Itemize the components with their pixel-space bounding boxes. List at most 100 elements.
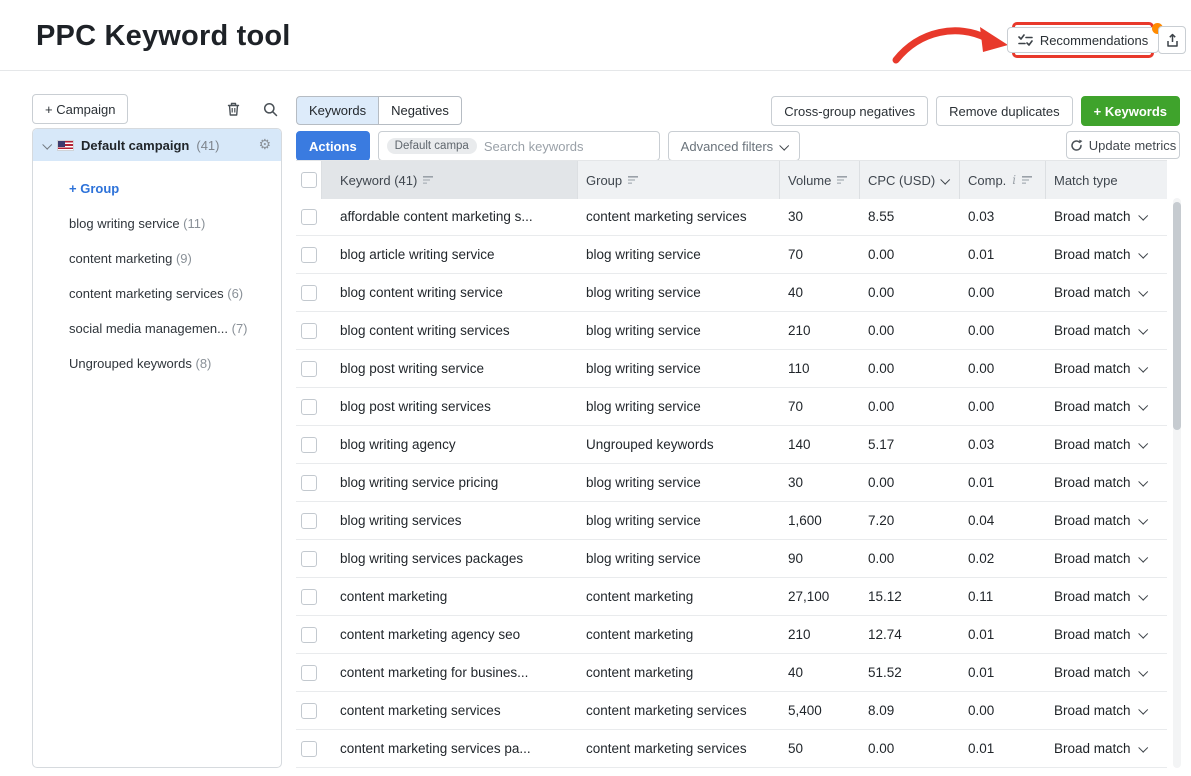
match-type-dropdown[interactable]: Broad match: [1046, 285, 1167, 300]
group-link[interactable]: blog writing service: [586, 247, 701, 262]
match-type-dropdown[interactable]: Broad match: [1046, 665, 1167, 680]
recommendations-button[interactable]: Recommendations: [1007, 27, 1159, 53]
sidebar-group-item[interactable]: social media managemen... (7): [69, 319, 271, 338]
comp-cell: 0.03: [960, 209, 1046, 224]
row-checkbox[interactable]: [301, 399, 317, 415]
group-link[interactable]: blog writing service: [586, 475, 701, 490]
table-row: affordable content marketing s... conten…: [296, 198, 1167, 236]
group-link[interactable]: blog writing service: [586, 399, 701, 414]
row-checkbox[interactable]: [301, 361, 317, 377]
group-link[interactable]: content marketing services: [586, 209, 747, 224]
campaign-filter-chip[interactable]: Default campa: [387, 138, 477, 154]
column-header-volume[interactable]: Volume: [780, 161, 860, 199]
group-cell: blog writing service: [578, 323, 780, 338]
column-header-cpc[interactable]: CPC (USD): [860, 161, 960, 199]
keyword-cell: blog post writing services: [322, 399, 578, 414]
ppc-keyword-tool-page: PPC Keyword tool Recommendations + Campa…: [0, 0, 1191, 776]
volume-cell: 30: [780, 209, 860, 224]
row-checkbox[interactable]: [301, 741, 317, 757]
match-type-dropdown[interactable]: Broad match: [1046, 361, 1167, 376]
row-checkbox[interactable]: [301, 209, 317, 225]
page-title: PPC Keyword tool: [36, 20, 291, 53]
group-link[interactable]: blog writing service: [586, 361, 701, 376]
table-scrollbar-thumb[interactable]: [1173, 202, 1181, 430]
group-link[interactable]: content marketing: [586, 627, 693, 642]
match-type-dropdown[interactable]: Broad match: [1046, 703, 1167, 718]
match-type-dropdown[interactable]: Broad match: [1046, 551, 1167, 566]
sidebar-group-item[interactable]: content marketing (9): [69, 249, 271, 268]
column-header-comp[interactable]: Comp. i: [960, 161, 1046, 199]
select-all-checkbox[interactable]: [301, 172, 317, 188]
comp-cell: 0.00: [960, 703, 1046, 718]
match-type-label: Broad match: [1054, 513, 1131, 528]
match-type-dropdown[interactable]: Broad match: [1046, 627, 1167, 642]
keyword-search-box[interactable]: Default campa: [378, 131, 660, 161]
sidebar-group-item[interactable]: content marketing services (6): [69, 284, 271, 303]
volume-cell: 40: [780, 665, 860, 680]
cpc-cell: 7.20: [860, 513, 960, 528]
row-checkbox[interactable]: [301, 627, 317, 643]
add-campaign-button[interactable]: + Campaign: [32, 94, 128, 124]
update-metrics-button[interactable]: Update metrics: [1066, 131, 1180, 159]
row-checkbox[interactable]: [301, 513, 317, 529]
keyword-cell: affordable content marketing s...: [322, 209, 578, 224]
group-link[interactable]: blog writing service: [586, 513, 701, 528]
advanced-filters-button[interactable]: Advanced filters: [668, 131, 801, 161]
match-type-dropdown[interactable]: Broad match: [1046, 741, 1167, 756]
row-checkbox[interactable]: [301, 665, 317, 681]
match-type-dropdown[interactable]: Broad match: [1046, 247, 1167, 262]
row-checkbox[interactable]: [301, 589, 317, 605]
cross-group-negatives-button[interactable]: Cross-group negatives: [771, 96, 928, 126]
group-count: (9): [176, 251, 192, 266]
column-header-group[interactable]: Group: [578, 161, 780, 199]
match-type-dropdown[interactable]: Broad match: [1046, 323, 1167, 338]
group-link[interactable]: Ungrouped keywords: [586, 437, 714, 452]
cpc-cell: 0.00: [860, 551, 960, 566]
add-keywords-button[interactable]: + Keywords: [1081, 96, 1180, 126]
group-cell: content marketing services: [578, 209, 780, 224]
row-checkbox[interactable]: [301, 475, 317, 491]
group-cell: blog writing service: [578, 247, 780, 262]
row-checkbox[interactable]: [301, 285, 317, 301]
sort-icon: [837, 175, 848, 185]
group-cell: blog writing service: [578, 513, 780, 528]
search-input[interactable]: [484, 139, 651, 154]
volume-cell: 110: [780, 361, 860, 376]
keyword-cell: content marketing services: [322, 703, 578, 718]
group-link[interactable]: content marketing: [586, 589, 693, 604]
group-link[interactable]: blog writing service: [586, 551, 701, 566]
row-checkbox[interactable]: [301, 551, 317, 567]
column-header-keyword[interactable]: Keyword (41): [322, 161, 578, 199]
group-link[interactable]: content marketing: [586, 665, 693, 680]
match-type-dropdown[interactable]: Broad match: [1046, 513, 1167, 528]
gear-icon[interactable]: ⚙: [258, 138, 271, 152]
delete-campaign-button[interactable]: [226, 101, 241, 117]
match-type-dropdown[interactable]: Broad match: [1046, 209, 1167, 224]
row-checkbox[interactable]: [301, 323, 317, 339]
row-checkbox[interactable]: [301, 247, 317, 263]
export-button[interactable]: [1158, 26, 1186, 54]
sidebar-group-item[interactable]: Ungrouped keywords (8): [69, 354, 271, 373]
selected-campaign-row[interactable]: Default campaign (41) ⚙: [33, 129, 281, 161]
add-group-button[interactable]: + Group: [69, 181, 271, 196]
actions-button[interactable]: Actions: [296, 131, 370, 161]
remove-duplicates-button[interactable]: Remove duplicates: [936, 96, 1073, 126]
group-link[interactable]: content marketing services: [586, 741, 747, 756]
row-checkbox[interactable]: [301, 703, 317, 719]
chevron-down-icon: [42, 139, 52, 149]
match-type-dropdown[interactable]: Broad match: [1046, 475, 1167, 490]
tab-keywords[interactable]: Keywords: [296, 96, 379, 125]
group-link[interactable]: blog writing service: [586, 285, 701, 300]
group-link[interactable]: blog writing service: [586, 323, 701, 338]
match-type-dropdown[interactable]: Broad match: [1046, 589, 1167, 604]
row-checkbox[interactable]: [301, 437, 317, 453]
tab-negatives[interactable]: Negatives: [379, 96, 462, 125]
group-label: content marketing services: [69, 286, 224, 301]
search-campaign-button[interactable]: [263, 102, 278, 117]
match-type-dropdown[interactable]: Broad match: [1046, 399, 1167, 414]
recommendations-label: Recommendations: [1040, 33, 1148, 48]
match-type-dropdown[interactable]: Broad match: [1046, 437, 1167, 452]
table-row: content marketing agency seo content mar…: [296, 616, 1167, 654]
sidebar-group-item[interactable]: blog writing service (11): [69, 214, 271, 233]
group-link[interactable]: content marketing services: [586, 703, 747, 718]
